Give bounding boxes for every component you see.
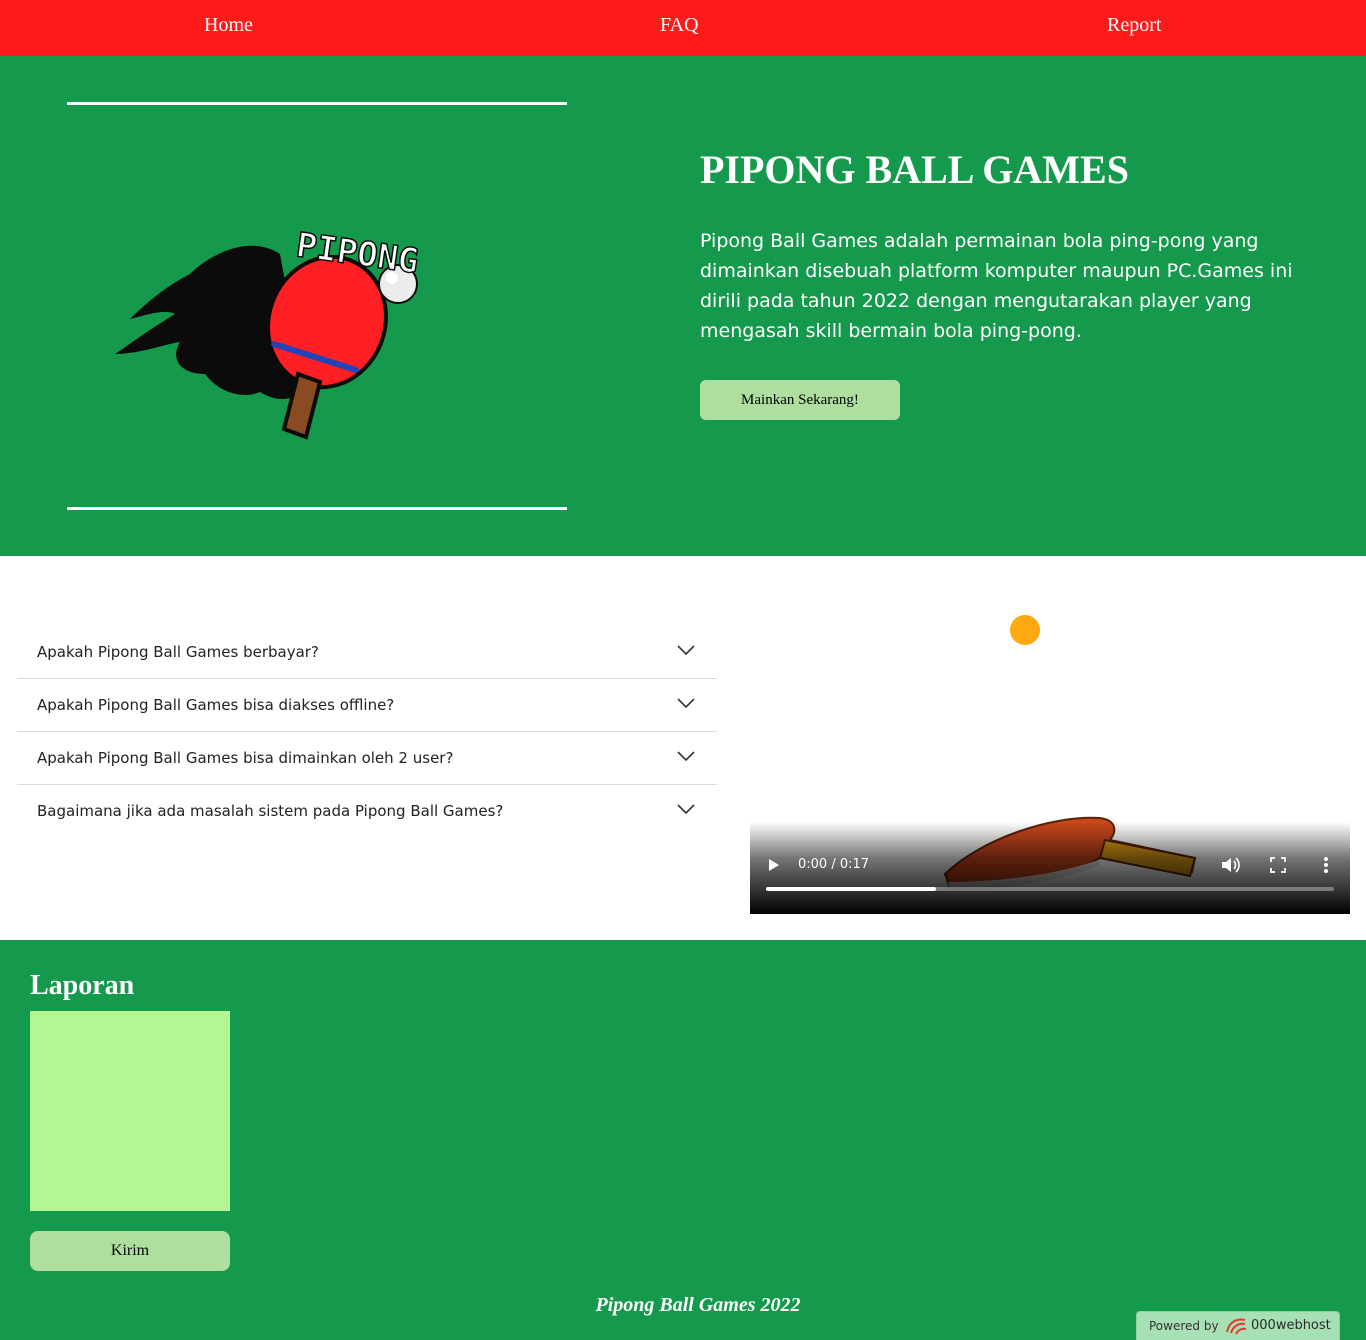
faq-item[interactable]: Apakah Pipong Ball Games berbayar?: [17, 626, 717, 679]
powered-by-badge[interactable]: Powered by 000webhost: [1136, 1311, 1340, 1340]
chevron-down-icon: [677, 698, 695, 709]
faq-question: Apakah Pipong Ball Games bisa diakses of…: [37, 696, 395, 714]
hero-title: PIPONG BALL GAMES: [700, 147, 1129, 192]
faq-item[interactable]: Bagaimana jika ada masalah sistem pada P…: [17, 785, 717, 838]
faq-list: Apakah Pipong Ball Games berbayar? Apaka…: [17, 626, 717, 838]
volume-icon[interactable]: [1220, 856, 1240, 874]
video-progress-bar[interactable]: [766, 887, 1334, 891]
chevron-down-icon: [677, 645, 695, 656]
webhost-logo-icon: [1226, 1318, 1247, 1335]
more-options-icon[interactable]: [1320, 855, 1332, 875]
powered-by-label: Powered by: [1149, 1319, 1219, 1333]
powered-by-brand: 000webhost: [1251, 1318, 1331, 1333]
report-section: Laporan Kirim Pipong Ball Games 2022 Pow…: [0, 940, 1366, 1340]
play-now-button[interactable]: Mainkan Sekarang!: [700, 380, 900, 420]
faq-question: Apakah Pipong Ball Games bisa dimainkan …: [37, 749, 454, 767]
faq-item[interactable]: Apakah Pipong Ball Games bisa dimainkan …: [17, 732, 717, 785]
faq-question: Apakah Pipong Ball Games berbayar?: [37, 643, 319, 661]
chevron-down-icon: [677, 751, 695, 762]
video-progress-fill: [766, 887, 937, 891]
play-icon[interactable]: [768, 858, 780, 872]
hero-divider-top: [67, 102, 567, 105]
faq-question: Bagaimana jika ada masalah sistem pada P…: [37, 802, 504, 820]
chevron-down-icon: [677, 804, 695, 815]
video-time: 0:00 / 0:17: [798, 857, 870, 872]
faq-item[interactable]: Apakah Pipong Ball Games bisa diakses of…: [17, 679, 717, 732]
video-player[interactable]: 0:00 / 0:17: [750, 596, 1350, 914]
hero-description: Pipong Ball Games adalah permainan bola …: [700, 230, 1293, 342]
nav-faq-link[interactable]: FAQ: [660, 14, 699, 37]
video-ball: [1010, 615, 1040, 645]
send-button[interactable]: Kirim: [30, 1231, 230, 1271]
nav-home-link[interactable]: Home: [204, 14, 253, 37]
hero-section: PIPONG PIPONG BALL GAMES Pipong Ball Gam…: [0, 56, 1366, 556]
report-title: Laporan: [30, 970, 135, 1001]
top-nav: Home FAQ Report: [0, 0, 1366, 56]
fullscreen-icon[interactable]: [1270, 857, 1286, 873]
pipong-logo: PIPONG: [115, 225, 422, 440]
report-textarea[interactable]: [30, 1011, 230, 1211]
video-controls: 0:00 / 0:17: [750, 822, 1350, 914]
hero-divider-bottom: [67, 507, 567, 510]
nav-report-link[interactable]: Report: [1107, 14, 1161, 37]
